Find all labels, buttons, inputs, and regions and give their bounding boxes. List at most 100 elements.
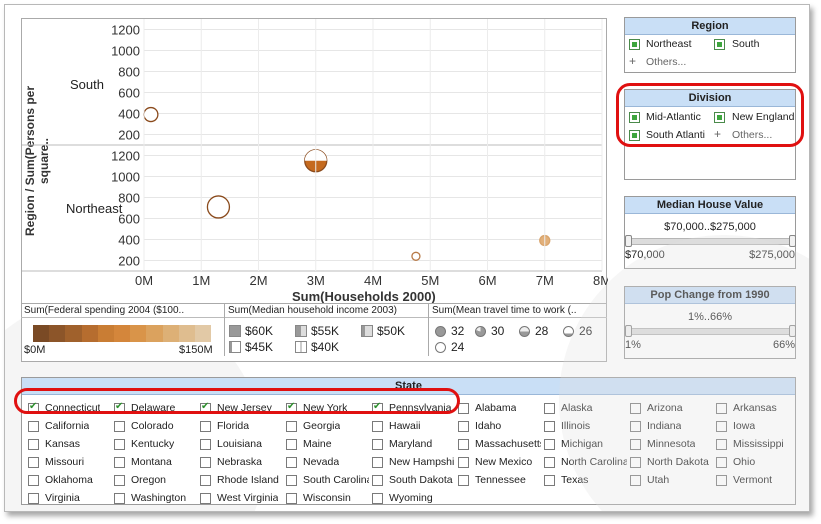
state-label[interactable]: Alabama <box>475 402 516 414</box>
state-label[interactable]: Wisconsin <box>303 492 351 504</box>
state-checkbox[interactable] <box>716 439 727 450</box>
state-checkbox[interactable] <box>200 493 211 504</box>
state-checkbox[interactable] <box>200 421 211 432</box>
state-checkbox[interactable] <box>114 475 125 486</box>
region-label-northeast[interactable]: Northeast <box>646 38 692 50</box>
state-checkbox[interactable] <box>200 401 211 414</box>
state-label[interactable]: Illinois <box>561 420 590 432</box>
state-checkbox[interactable] <box>458 403 469 414</box>
pop-change-min-handle[interactable] <box>625 325 632 337</box>
state-label[interactable]: Vermont <box>733 474 772 486</box>
division-label-mid-atlantic[interactable]: Mid-Atlantic <box>646 111 701 123</box>
state-label[interactable]: North Carolina <box>561 456 627 468</box>
state-checkbox[interactable] <box>114 421 125 432</box>
state-checkbox[interactable] <box>458 439 469 450</box>
state-checkbox[interactable] <box>544 457 555 468</box>
state-checkbox[interactable] <box>544 421 555 432</box>
state-checkbox[interactable] <box>372 493 383 504</box>
state-label[interactable]: North Dakota <box>647 456 709 468</box>
state-checkbox[interactable] <box>200 439 211 450</box>
division-label-south-atlantic[interactable]: South Atlanti <box>646 129 708 141</box>
state-label[interactable]: Wyoming <box>389 492 433 504</box>
division-others[interactable]: Others... <box>732 129 772 141</box>
state-checkbox[interactable] <box>372 401 383 414</box>
state-checkbox[interactable] <box>372 475 383 486</box>
state-checkbox[interactable] <box>372 457 383 468</box>
state-label[interactable]: Washington <box>131 492 186 504</box>
state-checkbox[interactable] <box>28 439 39 450</box>
state-label[interactable]: Oregon <box>131 474 166 486</box>
state-label[interactable]: Arkansas <box>733 402 777 414</box>
state-label[interactable]: New Jersey <box>217 402 272 414</box>
state-label[interactable]: Alaska <box>561 402 593 414</box>
state-checkbox[interactable] <box>286 401 297 414</box>
state-label[interactable]: Maryland <box>389 438 432 450</box>
state-label[interactable]: Arizona <box>647 402 683 414</box>
state-label[interactable]: South Carolina <box>303 474 369 486</box>
state-label[interactable]: Rhode Island <box>217 474 279 486</box>
state-checkbox[interactable] <box>286 439 297 450</box>
state-label[interactable]: Connecticut <box>45 402 100 414</box>
state-checkbox[interactable] <box>286 475 297 486</box>
state-label[interactable]: New York <box>303 402 347 414</box>
checkbox-south[interactable] <box>714 39 725 50</box>
state-label[interactable]: South Dakota <box>389 474 453 486</box>
state-label[interactable]: Michigan <box>561 438 603 450</box>
state-label[interactable]: Hawaii <box>389 420 421 432</box>
state-label[interactable]: Florida <box>217 420 249 432</box>
checkbox-northeast[interactable] <box>629 39 640 50</box>
state-checkbox[interactable] <box>458 421 469 432</box>
state-label[interactable]: Idaho <box>475 420 501 432</box>
state-label[interactable]: Montana <box>131 456 172 468</box>
state-label[interactable]: Ohio <box>733 456 755 468</box>
state-label[interactable]: Missouri <box>45 456 84 468</box>
state-checkbox[interactable] <box>716 457 727 468</box>
state-checkbox[interactable] <box>372 439 383 450</box>
state-checkbox[interactable] <box>114 401 125 414</box>
state-label[interactable]: West Virginia <box>217 492 278 504</box>
division-label-new-england[interactable]: New England <box>732 111 794 123</box>
state-label[interactable]: Nebraska <box>217 456 262 468</box>
state-label[interactable]: Massachusetts <box>475 438 541 450</box>
state-checkbox[interactable] <box>286 457 297 468</box>
state-checkbox[interactable] <box>630 403 641 414</box>
state-checkbox[interactable] <box>458 475 469 486</box>
state-checkbox[interactable] <box>716 421 727 432</box>
state-checkbox[interactable] <box>630 475 641 486</box>
state-checkbox[interactable] <box>544 403 555 414</box>
region-others[interactable]: Others... <box>646 56 686 68</box>
state-label[interactable]: Oklahoma <box>45 474 93 486</box>
pop-change-max-handle[interactable] <box>789 325 796 337</box>
state-checkbox[interactable] <box>200 475 211 486</box>
median-house-min-handle[interactable] <box>625 235 632 247</box>
state-label[interactable]: Virginia <box>45 492 80 504</box>
state-label[interactable]: New Mexico <box>475 456 532 468</box>
state-checkbox[interactable] <box>28 421 39 432</box>
pop-change-slider-track[interactable] <box>629 328 793 335</box>
state-label[interactable]: Colorado <box>131 420 174 432</box>
state-label[interactable]: Georgia <box>303 420 340 432</box>
plus-icon[interactable]: + <box>714 127 721 141</box>
median-house-slider-track[interactable] <box>629 238 793 245</box>
state-checkbox[interactable] <box>544 439 555 450</box>
median-house-max-handle[interactable] <box>789 235 796 247</box>
state-checkbox[interactable] <box>372 421 383 432</box>
state-checkbox[interactable] <box>286 421 297 432</box>
state-checkbox[interactable] <box>630 421 641 432</box>
state-label[interactable]: Utah <box>647 474 669 486</box>
state-checkbox[interactable] <box>28 401 39 414</box>
checkbox-south-atlantic[interactable] <box>629 130 640 141</box>
checkbox-mid-atlantic[interactable] <box>629 112 640 123</box>
state-checkbox[interactable] <box>114 493 125 504</box>
state-checkbox[interactable] <box>544 475 555 486</box>
state-label[interactable]: Pennsylvania <box>389 402 451 414</box>
state-label[interactable]: Minnesota <box>647 438 695 450</box>
state-checkbox[interactable] <box>630 439 641 450</box>
state-checkbox[interactable] <box>28 493 39 504</box>
state-label[interactable]: Tennessee <box>475 474 526 486</box>
state-label[interactable]: Nevada <box>303 456 339 468</box>
state-checkbox[interactable] <box>716 475 727 486</box>
state-label[interactable]: Mississippi <box>733 438 784 450</box>
state-label[interactable]: Texas <box>561 474 588 486</box>
plus-icon[interactable]: + <box>629 54 636 68</box>
